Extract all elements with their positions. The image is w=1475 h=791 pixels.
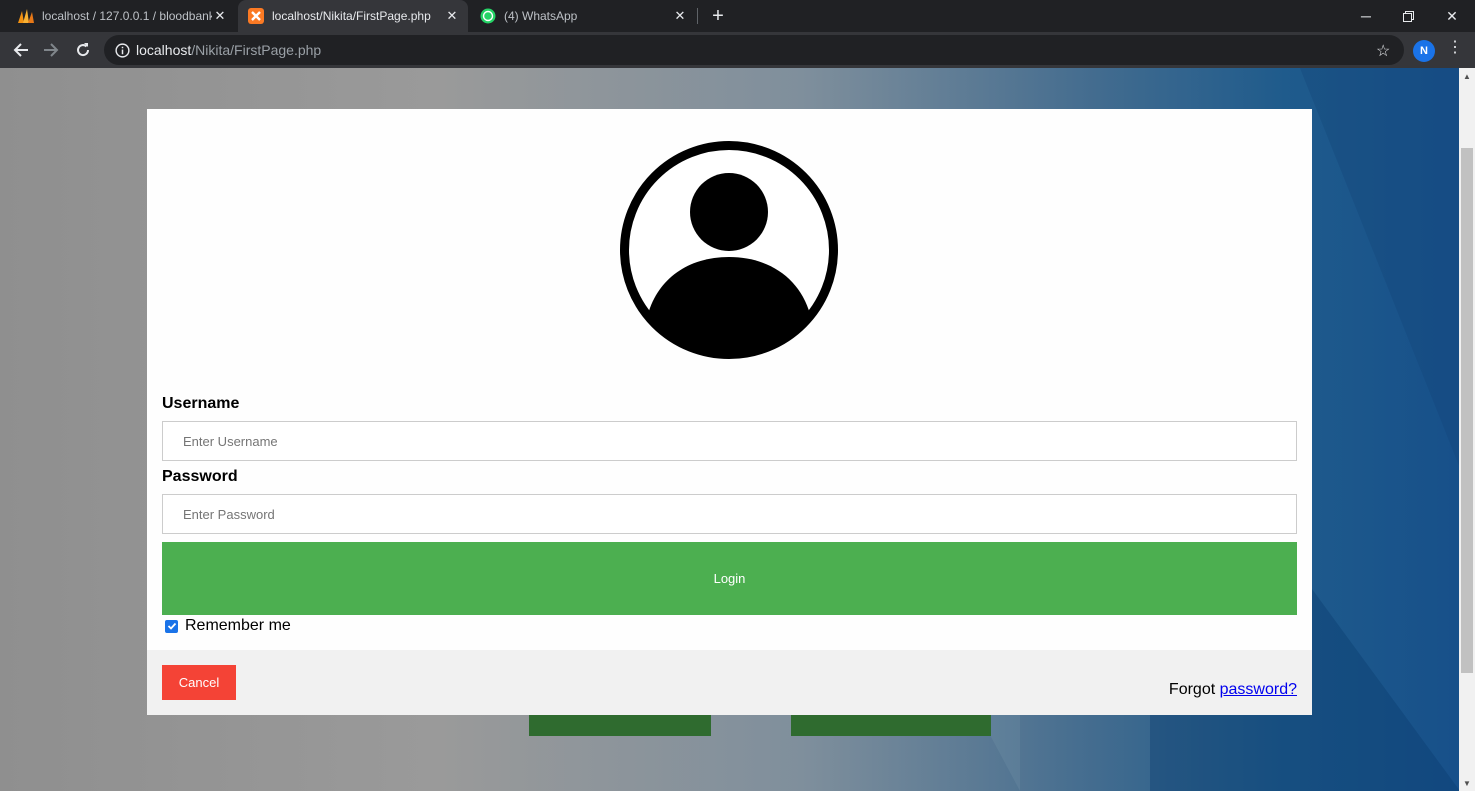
password-label: Password [162, 468, 238, 485]
scroll-thumb[interactable] [1461, 148, 1473, 673]
menu-kebab-icon[interactable]: ⋮ [1447, 40, 1463, 56]
bookmark-star-icon[interactable]: ☆ [1376, 41, 1390, 61]
background-button[interactable] [529, 713, 711, 736]
back-button[interactable] [7, 36, 35, 64]
username-input[interactable] [162, 421, 1297, 461]
close-tab-icon[interactable]: ✕ [672, 8, 688, 24]
login-button[interactable]: Login [162, 542, 1297, 615]
tab-phpmyadmin[interactable]: localhost / 127.0.0.1 / bloodbank ✕ [8, 0, 236, 32]
restore-icon [1402, 10, 1414, 22]
close-tab-icon[interactable]: ✕ [444, 8, 460, 24]
remember-me-label: Remember me [185, 617, 291, 634]
phpmyadmin-icon [18, 8, 34, 24]
page-background: Username Password Login Remember me Canc… [0, 68, 1459, 791]
password-input[interactable] [162, 494, 1297, 534]
new-tab-button[interactable]: + [708, 6, 728, 26]
url-host: localhost [136, 42, 192, 58]
tab-firstpage[interactable]: localhost/Nikita/FirstPage.php ✕ [238, 0, 468, 32]
back-arrow-icon [13, 43, 28, 57]
url-path: /Nikita/FirstPage.php [191, 42, 322, 58]
reload-button[interactable] [69, 36, 97, 64]
close-window-button[interactable]: ✕ [1429, 0, 1475, 32]
scroll-down-arrow-icon[interactable]: ▼ [1459, 775, 1475, 791]
tab-title: localhost/Nikita/FirstPage.php [272, 9, 431, 23]
remember-me-checkbox[interactable] [165, 619, 178, 633]
close-tab-icon[interactable]: ✕ [212, 8, 228, 24]
username-label: Username [162, 395, 240, 412]
tab-title: localhost / 127.0.0.1 / bloodbank [42, 9, 212, 23]
tab-whatsapp[interactable]: (4) WhatsApp ✕ [470, 0, 696, 32]
scroll-up-arrow-icon[interactable]: ▲ [1459, 68, 1475, 84]
checkmark-icon [167, 622, 176, 630]
reload-icon [77, 43, 90, 57]
modal-footer: Cancel Forgot password? [147, 650, 1312, 715]
browser-toolbar: localhost/Nikita/FirstPage.php ☆ N ⋮ [0, 32, 1475, 68]
login-modal: Username Password Login Remember me Canc… [147, 109, 1312, 715]
background-button[interactable] [791, 713, 991, 736]
cancel-button[interactable]: Cancel [162, 665, 236, 700]
forgot-password-link[interactable]: password? [1220, 681, 1297, 698]
tab-strip: localhost / 127.0.0.1 / bloodbank ✕ loca… [0, 0, 1475, 32]
forward-button[interactable] [37, 36, 65, 64]
page-scrollbar[interactable]: ▲ ▼ [1459, 68, 1475, 791]
url-text: localhost/Nikita/FirstPage.php [136, 42, 321, 58]
user-avatar-icon [620, 141, 838, 359]
tab-title: (4) WhatsApp [504, 9, 578, 23]
xampp-icon [248, 8, 264, 24]
info-icon[interactable] [114, 42, 130, 58]
tab-separator [697, 8, 698, 24]
restore-button[interactable] [1385, 0, 1431, 32]
forgot-password: Forgot password? [1169, 681, 1297, 699]
profile-avatar[interactable]: N [1413, 40, 1435, 62]
remember-me: Remember me [165, 617, 291, 635]
forgot-text: Forgot [1168, 681, 1216, 698]
minimize-button[interactable]: ─ [1343, 0, 1389, 32]
address-bar[interactable]: localhost/Nikita/FirstPage.php [104, 35, 1404, 65]
forward-arrow-icon [44, 43, 59, 57]
whatsapp-icon [480, 8, 496, 24]
